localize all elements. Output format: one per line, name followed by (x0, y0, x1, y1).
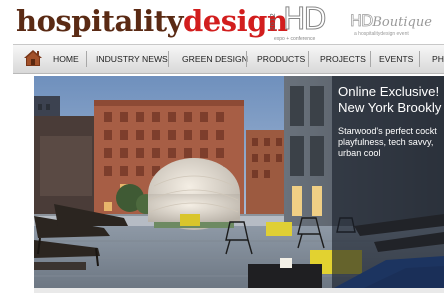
site-header: hospitalitydesign 2012 HD expo + confere… (0, 0, 444, 42)
hero-title-line2: New York Brookly (338, 100, 442, 115)
nav-industry-news[interactable]: INDUSTRY NEWS (96, 45, 168, 73)
hero-caption-panel[interactable]: Online Exclusive! New York Brookly Starw… (332, 76, 444, 288)
nav-divider (168, 51, 169, 67)
nav-divider (86, 51, 87, 67)
hd-boutique-hd: HD (350, 11, 374, 30)
nav-divider (370, 51, 371, 67)
hero-description: Starwood's perfect cockt playfulness, te… (338, 126, 437, 158)
nav-divider (246, 51, 247, 67)
nav-events[interactable]: EVENTS (379, 45, 413, 73)
nav-products[interactable]: PRODUCTS (257, 45, 305, 73)
logo-hospitality: hospitality (16, 4, 184, 38)
nav-divider (419, 51, 420, 67)
home-icon[interactable] (23, 49, 43, 67)
site-logo[interactable]: hospitalitydesign (16, 2, 288, 40)
nav-photos[interactable]: PHO (432, 45, 444, 73)
hd-boutique-subtitle: a hospitalitydesign event (354, 31, 409, 37)
nav-divider (308, 51, 309, 67)
hero-title-line1: Online Exclusive! (338, 84, 440, 99)
nav-projects[interactable]: PROJECTS (320, 45, 366, 73)
hero-feature[interactable]: Online Exclusive! New York Brookly Starw… (34, 76, 444, 288)
hero-title[interactable]: Online Exclusive! New York Brookly (338, 84, 444, 116)
hd-boutique-word: Boutique (372, 15, 432, 30)
main-nav: HOME INDUSTRY NEWS GREEN DESIGN PRODUCTS… (13, 44, 444, 74)
hd-year: 2012 (269, 8, 283, 38)
hd-boutique-logo[interactable]: HDBoutique a hospitalitydesign event (350, 11, 444, 40)
nav-green-design[interactable]: GREEN DESIGN (182, 45, 248, 73)
nav-home[interactable]: HOME (53, 45, 79, 73)
hd-letters: HD (283, 2, 328, 37)
hd-subtitle: expo + conference (274, 36, 316, 42)
hd-year-text: 2012 (268, 13, 277, 31)
content-bottom-strip (34, 288, 444, 293)
